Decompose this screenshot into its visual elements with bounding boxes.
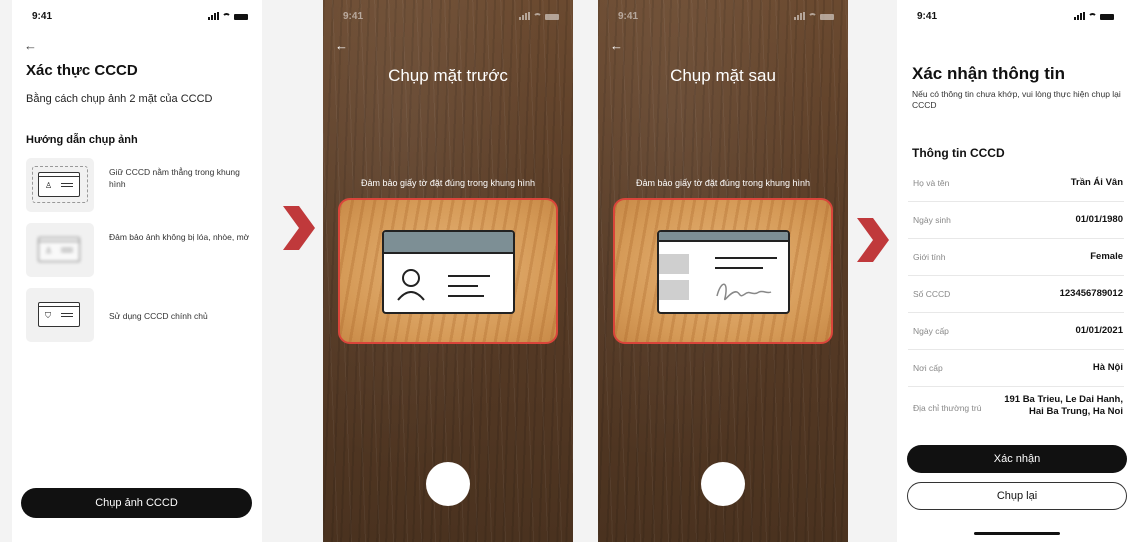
status-icons (794, 12, 834, 20)
capture-id-button[interactable]: Chụp ảnh CCCD (21, 488, 252, 518)
shutter-button[interactable] (701, 462, 745, 506)
status-time: 9:41 (32, 11, 53, 22)
page-title: Xác nhận thông tin (912, 64, 1065, 83)
info-row: Ngày sinh 01/01/1980 (908, 202, 1124, 239)
guide-item: ⛉ Sử dụng CCCD chính chủ (26, 288, 256, 342)
info-row: Họ và tên Trần Ái Vân (908, 165, 1124, 202)
retake-button[interactable]: Chụp lại (907, 482, 1127, 510)
id-card-framed-icon: ♙ (26, 158, 94, 212)
signal-icon (794, 12, 805, 20)
guide-text: Đảm bảo ảnh không bị lóa, nhòe, mờ (109, 232, 250, 242)
signal-icon (1074, 12, 1085, 20)
page-subtitle: Bằng cách chụp ảnh 2 mặt của CCCD (26, 93, 213, 105)
status-bar: 9:41 (12, 10, 262, 24)
chevron-right-icon (283, 206, 315, 250)
screen-capture-back: 9:41 ← Chụp mặt sau Đảm bảo giấy tờ đặt … (598, 0, 848, 542)
guide-heading: Hướng dẫn chụp ảnh (26, 134, 138, 146)
status-bar: 9:41 (598, 10, 848, 24)
info-label: Địa chỉ thường trú (913, 403, 982, 413)
capture-title: Chụp mặt trước (388, 66, 508, 85)
status-time: 9:41 (343, 11, 364, 22)
status-bar: 9:41 (897, 10, 1128, 24)
camera-frame (338, 198, 558, 344)
flow-canvas: 9:41 ← Xác thực CCCD Bằng cách chụp ảnh … (0, 0, 1128, 542)
page-subtitle: Nếu có thông tin chưa khớp, vui lòng thự… (912, 89, 1121, 110)
capture-title: Chụp mặt sau (670, 66, 776, 85)
shutter-button[interactable] (426, 462, 470, 506)
info-row: Giới tính Female (908, 239, 1124, 276)
guide-item: ♙ Giữ CCCD nằm thẳng trong khung hình (26, 158, 256, 212)
battery-icon (1100, 14, 1114, 20)
status-icons (208, 12, 248, 20)
signal-icon (208, 12, 219, 20)
guide-item: ♙ Đảm bảo ảnh không bị lóa, nhòe, mờ (26, 223, 256, 277)
back-arrow-icon[interactable]: ← (335, 38, 348, 53)
battery-icon (820, 14, 834, 20)
screen-capture-front: 9:41 ← Chụp mặt trước Đảm bảo giấy tờ đặ… (323, 0, 573, 542)
info-label: Ngày sinh (913, 215, 951, 225)
section-title: Thông tin CCCD (912, 146, 1005, 160)
info-value: 191 Ba Trieu, Le Dai Hanh, Hai Ba Trung,… (1004, 394, 1123, 417)
info-value: 01/01/1980 (1075, 214, 1123, 225)
battery-icon (545, 14, 559, 20)
chevron-right-icon (857, 218, 889, 262)
wifi-icon (222, 13, 231, 20)
id-card-blurred-icon: ♙ (26, 223, 94, 277)
info-label: Họ và tên (913, 178, 950, 188)
info-row: Số CCCD 123456789012 (908, 276, 1124, 313)
capture-hint: Đảm bảo giấy tờ đặt đúng trong khung hìn… (635, 178, 811, 188)
screen-intro: 9:41 ← Xác thực CCCD Bằng cách chụp ảnh … (12, 0, 262, 542)
info-row: Địa chỉ thường trú 191 Ba Trieu, Le Dai H… (908, 387, 1124, 427)
id-card-front-icon (382, 230, 515, 314)
info-value: Hà Nội (1092, 362, 1123, 373)
wifi-icon (1088, 13, 1097, 20)
info-label: Ngày cấp (913, 326, 949, 336)
camera-frame (613, 198, 833, 344)
info-list: Họ và tên Trần Ái Vân Ngày sinh 01/01/1980… (908, 165, 1124, 427)
id-card-back-icon (657, 230, 790, 314)
id-card-shield-icon: ⛉ (26, 288, 94, 342)
status-time: 9:41 (618, 11, 639, 22)
info-label: Giới tính (913, 252, 946, 262)
battery-icon (234, 14, 248, 20)
info-label: Số CCCD (913, 289, 951, 299)
wifi-icon (808, 13, 817, 20)
confirm-button[interactable]: Xác nhận (907, 445, 1127, 473)
guide-text: Sử dụng CCCD chính chủ (109, 311, 208, 321)
back-arrow-icon[interactable]: ← (610, 38, 623, 53)
info-row: Ngày cấp 01/01/2021 (908, 313, 1124, 350)
status-icons (519, 12, 559, 20)
info-value: Trần Ái Vân (1070, 177, 1123, 188)
status-bar: 9:41 (323, 10, 573, 24)
status-time: 9:41 (917, 11, 938, 22)
capture-hint: Đảm bảo giấy tờ đặt đúng trong khung hìn… (360, 178, 536, 188)
info-label: Nơi cấp (913, 363, 943, 373)
back-arrow-icon[interactable]: ← (24, 38, 37, 53)
info-value: Female (1090, 251, 1123, 262)
signal-icon (519, 12, 530, 20)
page-title: Xác thực CCCD (26, 62, 138, 79)
guide-text: Giữ CCCD nằm thẳng trong khung hình (109, 167, 240, 189)
wifi-icon (533, 13, 542, 20)
info-value: 01/01/2021 (1075, 325, 1123, 336)
info-row: Nơi cấp Hà Nội (908, 350, 1124, 387)
home-indicator (974, 532, 1060, 535)
screen-confirm: 9:41 Xác nhận thông tin Nếu có thông tin… (897, 0, 1128, 542)
info-value: 123456789012 (1059, 288, 1123, 299)
status-icons (1074, 12, 1114, 20)
